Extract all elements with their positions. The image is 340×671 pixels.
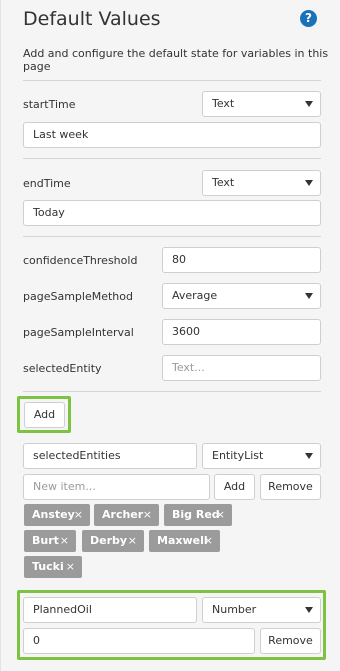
endtime-label: endTime [23,177,71,190]
entity-tag-label: Big Red [172,508,220,521]
entity-tag: Anstey × [24,504,90,526]
pagesamplemethod-value: Average [172,289,218,302]
close-icon[interactable]: × [216,504,225,526]
entity-tag-label: Tucki [32,560,64,573]
endtime-type-select[interactable]: Text [202,170,321,196]
starttime-label: startTime [23,98,76,111]
chevron-down-icon [305,180,313,186]
confidencethreshold-input[interactable]: 80 [162,247,321,273]
entity-tag: Archer × [94,504,159,526]
selectedentity-label: selectedEntity [23,362,102,375]
entity-tag: Big Red × [164,504,232,526]
entity-tag-label: Maxwell [157,534,208,547]
close-icon[interactable]: × [60,530,69,552]
chevron-down-icon [305,293,313,299]
entity-tag-label: Burt [32,534,59,547]
chevron-down-icon [305,101,313,107]
close-icon[interactable]: × [204,530,213,552]
add-item-button[interactable]: Add [214,474,255,500]
pagesamplemethod-select[interactable]: Average [162,283,321,309]
add-variable-button[interactable]: Add [24,402,65,428]
starttime-type-value: Text [212,97,235,110]
chevron-down-icon [305,453,313,459]
confidencethreshold-label: confidenceThreshold [23,254,138,267]
pagesampleinterval-input[interactable]: 3600 [162,319,321,345]
divider [23,80,321,81]
entity-tag-label: Archer [102,508,144,521]
new-item-input[interactable]: New item... [23,474,210,500]
divider [23,391,321,392]
divider [23,236,321,237]
entity-tag: Burt × [24,530,76,552]
close-icon[interactable]: × [128,530,137,552]
entity-tag: Tucki × [24,556,82,578]
selectedentities-type-select[interactable]: EntityList [202,443,321,469]
close-icon[interactable]: × [66,556,75,578]
selectedentity-input[interactable]: Text... [162,355,321,381]
pagesamplemethod-label: pageSampleMethod [23,290,133,303]
chevron-down-icon [305,607,313,613]
pagesampleinterval-label: pageSampleInterval [23,326,134,339]
entity-tag-label: Derby [90,534,128,547]
new-variable-type-select[interactable]: Number [202,597,321,623]
selectedentities-type-value: EntityList [212,449,264,462]
remove-variable-button[interactable]: Remove [260,628,321,654]
selectedentities-name-input[interactable]: selectedEntities [23,443,197,469]
panel-description: Add and configure the default state for … [23,47,329,73]
endtime-type-value: Text [212,176,235,189]
entity-tag-label: Anstey [32,508,75,521]
panel-title: Default Values [23,8,161,30]
entity-tag: Maxwell × [149,530,220,552]
endtime-value-input[interactable]: Today [23,200,321,226]
starttime-value-input[interactable]: Last week [23,122,321,148]
help-icon[interactable]: ? [300,10,317,27]
entity-tag: Derby × [82,530,144,552]
remove-list-button[interactable]: Remove [260,474,321,500]
new-variable-type-value: Number [212,603,257,616]
close-icon[interactable]: × [143,504,152,526]
divider [23,158,321,159]
close-icon[interactable]: × [74,504,83,526]
new-variable-value-input[interactable]: 0 [23,628,255,654]
starttime-type-select[interactable]: Text [202,91,321,117]
new-variable-name-input[interactable]: PlannedOil [23,597,197,623]
default-values-panel: Default Values ? Add and configure the d… [0,0,340,671]
